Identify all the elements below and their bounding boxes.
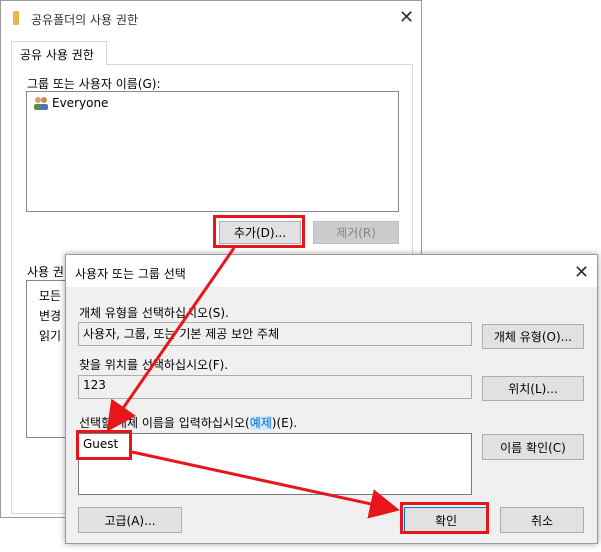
user-list[interactable]: Everyone <box>26 91 399 212</box>
object-name-label-text: 선택할 개체 이름을 입력하십시오( <box>79 416 250 430</box>
remove-button-label: 제거(R) <box>336 226 376 240</box>
remove-button: 제거(R) <box>313 221 399 244</box>
examples-link[interactable]: 예제 <box>249 416 272 430</box>
object-type-button[interactable]: 개체 유형(O)... <box>482 324 584 349</box>
highlight-name-input <box>76 430 132 460</box>
object-name-label: 선택할 개체 이름을 입력하십시오(예제)(E). <box>79 414 297 431</box>
cancel-button[interactable]: 취소 <box>500 507 584 533</box>
location-button-label: 위치(L)... <box>508 382 558 396</box>
folder-icon <box>13 11 19 25</box>
list-item: 모든 <box>39 289 62 303</box>
close-icon[interactable]: ✕ <box>574 264 589 282</box>
advanced-button-label: 고급(A)... <box>104 513 156 528</box>
check-names-button[interactable]: 이름 확인(C) <box>482 434 584 460</box>
list-item[interactable]: Everyone <box>33 96 108 110</box>
list-item: 변경 <box>39 309 62 323</box>
tab-share-permissions[interactable]: 공유 사용 권한 <box>11 41 107 65</box>
object-type-field: 사용자, 그룹, 또는 기본 제공 보안 주체 <box>78 322 472 346</box>
cancel-button-label: 취소 <box>530 513 554 528</box>
location-field: 123 <box>78 375 472 399</box>
highlight-ok-button <box>400 502 489 534</box>
tab-label: 공유 사용 권한 <box>20 48 94 62</box>
object-type-button-label: 개체 유형(O)... <box>493 330 573 344</box>
user-name: Everyone <box>52 96 109 110</box>
object-type-label: 개체 유형을 선택하십시오(S). <box>79 306 229 320</box>
highlight-add-button <box>213 215 305 248</box>
advanced-button[interactable]: 고급(A)... <box>78 507 182 533</box>
object-name-label-suffix: )(E). <box>271 416 298 430</box>
dialog-title: 사용자 또는 그룹 선택 <box>75 267 186 281</box>
group-label: 그룹 또는 사용자 이름(G): <box>27 77 161 91</box>
location-button[interactable]: 위치(L)... <box>482 376 584 401</box>
location-label: 찾을 위치를 선택하십시오(F). <box>79 358 229 372</box>
list-item: 읽기 <box>39 329 62 343</box>
close-icon[interactable]: ✕ <box>399 9 414 27</box>
users-icon <box>33 96 49 110</box>
dialog-title: 공유폴더의 사용 권한 <box>31 13 138 27</box>
permission-label: 사용 권 <box>27 265 64 279</box>
select-users-dialog: 사용자 또는 그룹 선택 ✕ 개체 유형을 선택하십시오(S). 사용자, 그룹… <box>65 254 598 544</box>
object-name-input[interactable]: Guest <box>78 433 472 495</box>
check-names-button-label: 이름 확인(C) <box>500 440 566 455</box>
